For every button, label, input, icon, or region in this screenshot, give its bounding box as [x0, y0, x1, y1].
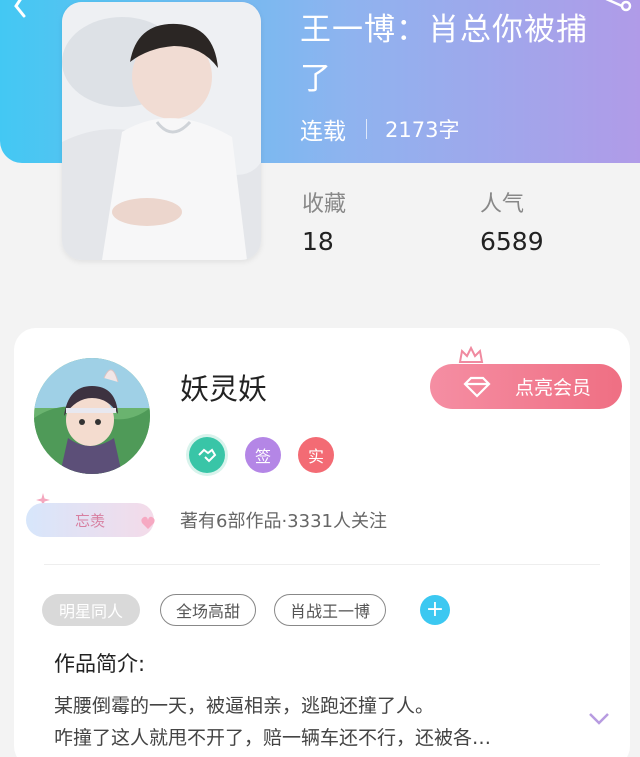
tag-item[interactable]: 全场高甜 — [160, 594, 256, 626]
fan-tag: 忘羡 — [26, 503, 154, 537]
book-cover — [62, 2, 261, 260]
favorites-value: 18 — [302, 227, 334, 256]
serial-status: 连载 — [300, 119, 346, 145]
book-title: 王一博：肖总你被捕了 — [300, 12, 588, 97]
gem-icon — [463, 376, 491, 398]
book-meta: 连载 2173字 — [300, 114, 460, 145]
intro-line: 某腰倒霉的一天，被逼相亲，逃跑还撞了人。 — [54, 695, 435, 717]
crown-icon — [458, 346, 484, 363]
avatar[interactable] — [34, 358, 150, 474]
popularity-value: 6589 — [480, 227, 544, 256]
handshake-icon — [189, 437, 225, 473]
tag-item[interactable]: 肖战王一博 — [274, 594, 386, 626]
tag-item[interactable]: 明星同人 — [42, 594, 140, 626]
back-icon[interactable] — [4, 0, 34, 18]
intro-text: 某腰倒霉的一天，被逼相亲，逃跑还撞了人。 咋撞了这人就甩不开了，赔一辆车还不行，… — [54, 690, 554, 754]
favorites-label: 收藏 — [302, 192, 347, 217]
heart-icon — [141, 516, 155, 529]
word-count: 2173字 — [385, 118, 460, 142]
intro-title: 作品简介: — [54, 652, 146, 676]
fan-tag-label: 忘羡 — [74, 511, 105, 530]
meta-separator — [366, 119, 367, 139]
author-stats: 著有6部作品·3331人关注 — [180, 511, 387, 532]
vip-button[interactable]: 点亮会员 — [430, 364, 622, 409]
signed-badge: 签 — [245, 437, 281, 473]
chevron-down-icon[interactable] — [588, 712, 610, 726]
plus-icon[interactable]: + — [420, 595, 450, 625]
author-name[interactable]: 妖灵妖 — [180, 366, 267, 408]
popularity-label: 人气 — [480, 192, 525, 217]
vip-button-label: 点亮会员 — [514, 377, 591, 399]
divider — [44, 564, 600, 565]
real-name-badge: 实 — [298, 437, 334, 473]
share-icon[interactable] — [600, 0, 634, 18]
intro-line: 咋撞了这人就甩不开了，赔一辆车还不行，还被各… — [54, 727, 492, 749]
